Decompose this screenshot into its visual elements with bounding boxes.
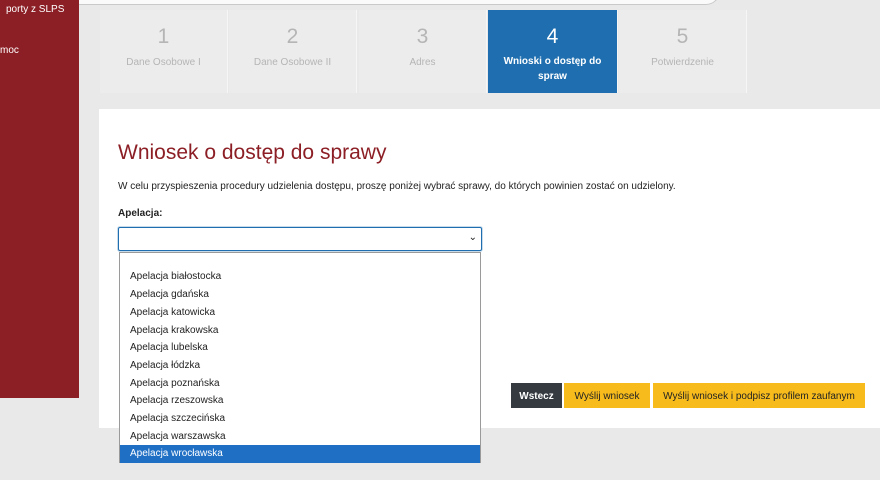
step-label: Wnioski o dostęp do spraw [503, 56, 602, 82]
stepper: 1 Dane Osobowe I 2 Dane Osobowe II 3 Adr… [100, 10, 748, 93]
sidebar: porty z SLPS moc [0, 0, 79, 398]
apelacja-select[interactable]: ⌄ [118, 227, 482, 251]
step-number: 2 [286, 25, 299, 48]
apelacja-label: Apelacja: [118, 208, 163, 219]
step-3[interactable]: 3 Adres [359, 10, 487, 93]
dropdown-option[interactable]: Apelacja rzeszowska [120, 392, 480, 410]
dropdown-option[interactable]: Apelacja warszawska [120, 428, 480, 446]
apelacja-dropdown-list: Apelacja białostocka Apelacja gdańska Ap… [119, 252, 481, 463]
step-label: Adres [409, 57, 436, 68]
dropdown-option[interactable]: Apelacja łódzka [120, 357, 480, 375]
step-number: 5 [676, 25, 689, 48]
sidebar-item-help[interactable]: moc [0, 45, 19, 56]
step-label: Dane Osobowe II [253, 57, 332, 68]
chevron-down-icon: ⌄ [468, 232, 477, 243]
dropdown-option-highlighted[interactable]: Apelacja wrocławska [120, 445, 480, 463]
dropdown-option[interactable]: Apelacja poznańska [120, 375, 480, 393]
step-2[interactable]: 2 Dane Osobowe II [229, 10, 357, 93]
send-request-button[interactable]: Wyślij wniosek [564, 383, 650, 408]
step-1[interactable]: 1 Dane Osobowe I [100, 10, 228, 93]
dropdown-option[interactable]: Apelacja krakowska [120, 322, 480, 340]
top-bar-edge [18, 0, 720, 5]
step-label: Potwierdzenie [651, 57, 714, 68]
page-title: Wniosek o dostęp do sprawy [118, 141, 387, 164]
step-number: 4 [546, 25, 559, 48]
step-5[interactable]: 5 Potwierdzenie [619, 10, 747, 93]
dropdown-option[interactable]: Apelacja szczecińska [120, 410, 480, 428]
dropdown-option[interactable]: Apelacja gdańska [120, 286, 480, 304]
step-label: Dane Osobowe I [126, 57, 201, 68]
send-and-sign-button[interactable]: Wyślij wniosek i podpisz profilem zaufan… [653, 383, 865, 408]
step-4[interactable]: 4 Wnioski o dostęp do spraw [488, 10, 618, 93]
step-number: 3 [416, 25, 429, 48]
step-number: 1 [157, 25, 170, 48]
intro-text: W celu przyspieszenia procedury udzielen… [118, 181, 676, 192]
dropdown-option[interactable]: Apelacja lubelska [120, 339, 480, 357]
back-button[interactable]: Wstecz [511, 383, 562, 408]
sidebar-item-reports[interactable]: porty z SLPS [6, 4, 64, 15]
dropdown-option[interactable]: Apelacja katowicka [120, 304, 480, 322]
dropdown-option[interactable]: Apelacja białostocka [120, 268, 480, 286]
